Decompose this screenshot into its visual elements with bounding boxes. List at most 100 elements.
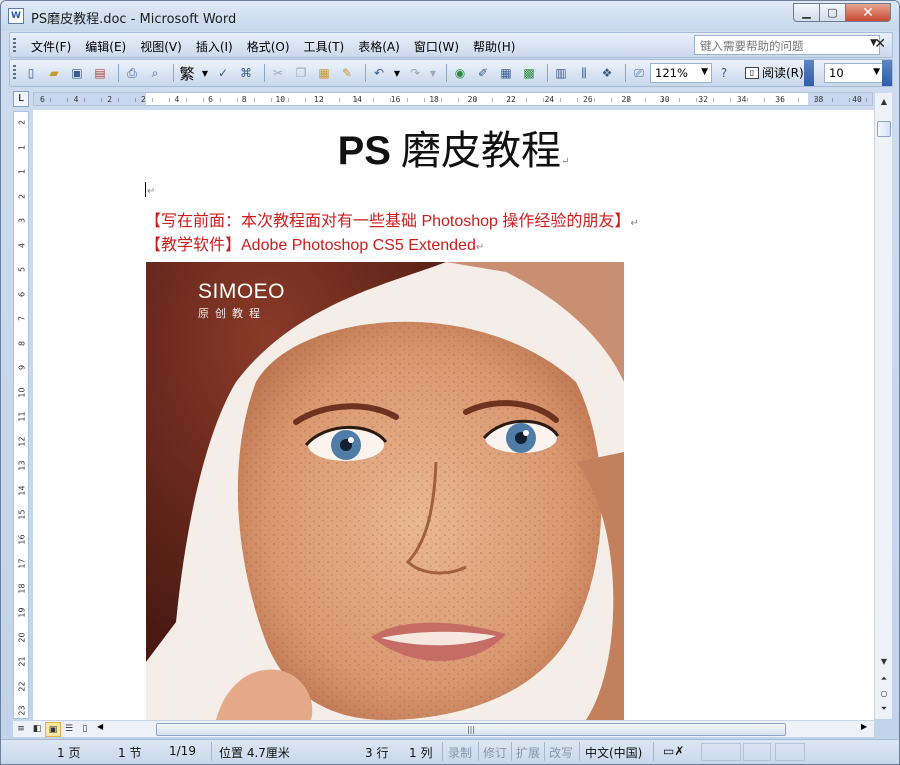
zoom-select[interactable]: 121% ▼ — [650, 63, 712, 83]
menu-help[interactable]: 帮助(H) — [466, 38, 522, 55]
document-title-ps: PS — [337, 129, 391, 173]
horizontal-scroll-thumb[interactable]: ||| — [156, 723, 786, 736]
document-title-rest: 磨皮教程 — [390, 128, 561, 173]
hyperlink-icon[interactable]: ◉ — [451, 64, 469, 82]
spelling-status-icon[interactable]: ▭✗ — [663, 744, 684, 758]
watermark-brand: SIMOEO — [198, 280, 286, 303]
insert-table-icon[interactable]: ▦ — [497, 64, 515, 82]
chevron-down-icon[interactable]: ▼ — [393, 64, 401, 82]
vertical-ruler-number: 14 — [17, 484, 27, 496]
toolbar-overflow-button[interactable] — [882, 60, 892, 86]
scroll-up-icon[interactable]: ▲ — [875, 93, 893, 110]
insert-excel-icon[interactable]: ▩ — [520, 64, 538, 82]
scroll-right-icon[interactable]: ▶ — [861, 722, 867, 731]
vertical-ruler-number: 13 — [17, 460, 27, 471]
ruler-numbers: 6 4 2 2 4 6 8 10 12 14 16 18 20 22 24 26… — [40, 95, 873, 104]
redo-icon[interactable]: ↷ — [406, 64, 424, 82]
drawing-icon[interactable]: ⫼ — [575, 64, 593, 82]
help-search-placeholder: 键入需要帮助的问题 — [700, 39, 804, 53]
document-page[interactable]: PS 磨皮教程↵ ↵ 【写在前面：本次教程面对有一些基础 Photoshop 操… — [33, 110, 874, 720]
web-layout-icon[interactable]: ◧ — [29, 722, 45, 737]
menu-window[interactable]: 窗口(W) — [407, 38, 466, 55]
status-empty-panel — [775, 743, 805, 761]
menu-insert[interactable]: 插入(I) — [189, 38, 240, 55]
toolbar-grip-handle[interactable] — [13, 65, 16, 80]
menu-tools[interactable]: 工具(T) — [297, 38, 352, 55]
reading-layout-button[interactable]: ▯ 阅读(R) — [745, 64, 804, 81]
horizontal-scrollbar[interactable]: ≡ ◧ ▣ ☰ ▯ ◀ ||| ▶ — [13, 720, 874, 737]
portrait-image[interactable]: SIMOEO 原创教程 — [146, 262, 624, 720]
tab-selector[interactable]: L — [13, 91, 29, 107]
chevron-down-icon[interactable]: ▼ — [429, 64, 437, 82]
text-cursor — [145, 182, 146, 197]
close-button[interactable]: ✕ — [846, 3, 891, 22]
horizontal-ruler[interactable]: 6 4 2 2 4 6 8 10 12 14 16 18 20 22 24 26… — [33, 92, 873, 106]
menu-edit[interactable]: 编辑(E) — [78, 38, 133, 55]
menu-file[interactable]: 文件(F) — [24, 38, 78, 55]
vertical-ruler-number: 6 — [17, 291, 27, 297]
copy-icon[interactable]: ❐ — [292, 64, 310, 82]
minimize-button[interactable]: ▁ — [793, 3, 820, 22]
status-bar: 1 页 1 节 1/19 位置 4.7厘米 3 行 1 列 录制 修订 扩展 改… — [1, 739, 899, 763]
scroll-down-icon[interactable]: ▼ — [875, 653, 893, 670]
chevron-down-icon[interactable]: ▼ — [873, 67, 880, 77]
scroll-left-icon[interactable]: ◀ — [97, 722, 103, 731]
show-hide-icon[interactable]: ⎚ — [630, 64, 648, 82]
save-icon[interactable]: ▣ — [68, 64, 86, 82]
status-language[interactable]: 中文(中国) — [585, 744, 642, 761]
undo-icon[interactable]: ↶ — [370, 64, 388, 82]
vertical-scrollbar[interactable]: ▲ ▼ ⏶ ○ ⏷ — [874, 93, 892, 719]
status-separator — [579, 742, 580, 761]
menu-grip-handle[interactable] — [13, 38, 16, 53]
status-revise[interactable]: 修订 — [483, 744, 507, 761]
status-record[interactable]: 录制 — [448, 744, 472, 761]
intro-line: 【写在前面：本次教程面对有一些基础 Photoshop 操作经验的朋友】↵ — [145, 207, 639, 231]
spelling-check-icon[interactable]: ✓ — [214, 64, 232, 82]
research-icon[interactable]: ⌘ — [237, 64, 255, 82]
toolbar-separator — [446, 64, 447, 82]
traditional-chinese-button[interactable]: 繁 — [178, 64, 196, 83]
paste-icon[interactable]: ▦ — [315, 64, 333, 82]
status-separator — [478, 742, 479, 761]
maximize-button[interactable]: ▢ — [820, 3, 846, 22]
word-app-icon[interactable]: W — [8, 8, 24, 24]
chevron-down-icon[interactable]: ▼ — [701, 67, 708, 77]
permission-icon[interactable]: ▤ — [91, 64, 109, 82]
next-page-icon[interactable]: ⏷ — [875, 700, 893, 717]
status-overwrite[interactable]: 改写 — [549, 744, 573, 761]
help-icon[interactable]: ? — [715, 64, 733, 82]
vertical-ruler-number: 9 — [17, 364, 27, 371]
menu-items: 文件(F) 编辑(E) 视图(V) 插入(I) 格式(O) 工具(T) 表格(A… — [24, 38, 522, 55]
scroll-thumb[interactable] — [877, 121, 891, 137]
title-bar[interactable]: W PS磨皮教程.doc - Microsoft Word ▁ ▢ ✕ — [1, 1, 899, 31]
paragraph-mark: ↵ — [560, 156, 570, 167]
help-search-input[interactable]: 键入需要帮助的问题 ▼ — [694, 35, 880, 55]
chevron-down-icon[interactable]: ▼ — [201, 64, 209, 82]
status-position: 位置 4.7厘米 — [219, 746, 290, 760]
reading-layout-icon[interactable]: ▯ — [77, 722, 93, 737]
status-page: 1 页 — [57, 746, 81, 760]
document-map-icon[interactable]: ❖ — [598, 64, 616, 82]
normal-view-icon[interactable]: ≡ — [13, 722, 29, 737]
status-extend[interactable]: 扩展 — [516, 744, 540, 761]
print-layout-icon[interactable]: ▣ — [45, 722, 61, 737]
menu-view[interactable]: 视图(V) — [133, 38, 189, 55]
menu-format[interactable]: 格式(O) — [240, 38, 297, 55]
open-folder-icon[interactable]: ▰ — [45, 64, 63, 82]
menu-table[interactable]: 表格(A) — [351, 38, 407, 55]
print-preview-icon[interactable]: ⌕ — [146, 64, 164, 82]
vertical-ruler[interactable]: 2112345678910111213141516171819202122232… — [13, 111, 29, 719]
vertical-ruler-number: 2 — [17, 119, 27, 126]
document-close-button[interactable]: ✕ — [874, 36, 886, 52]
font-size-select[interactable]: 10 ▼ — [824, 63, 884, 83]
cut-icon[interactable]: ✂ — [269, 64, 287, 82]
toolbar-overflow-button[interactable] — [804, 60, 814, 86]
tables-borders-icon[interactable]: ✐ — [474, 64, 492, 82]
new-document-icon[interactable]: ▯ — [22, 64, 40, 82]
print-icon[interactable]: ⎙ — [123, 64, 141, 82]
window-title: PS磨皮教程.doc - Microsoft Word — [31, 12, 237, 27]
status-page-of: 1/19 — [169, 744, 196, 758]
columns-icon[interactable]: ▥ — [552, 64, 570, 82]
format-painter-icon[interactable]: ✎ — [338, 64, 356, 82]
outline-view-icon[interactable]: ☰ — [61, 722, 77, 737]
